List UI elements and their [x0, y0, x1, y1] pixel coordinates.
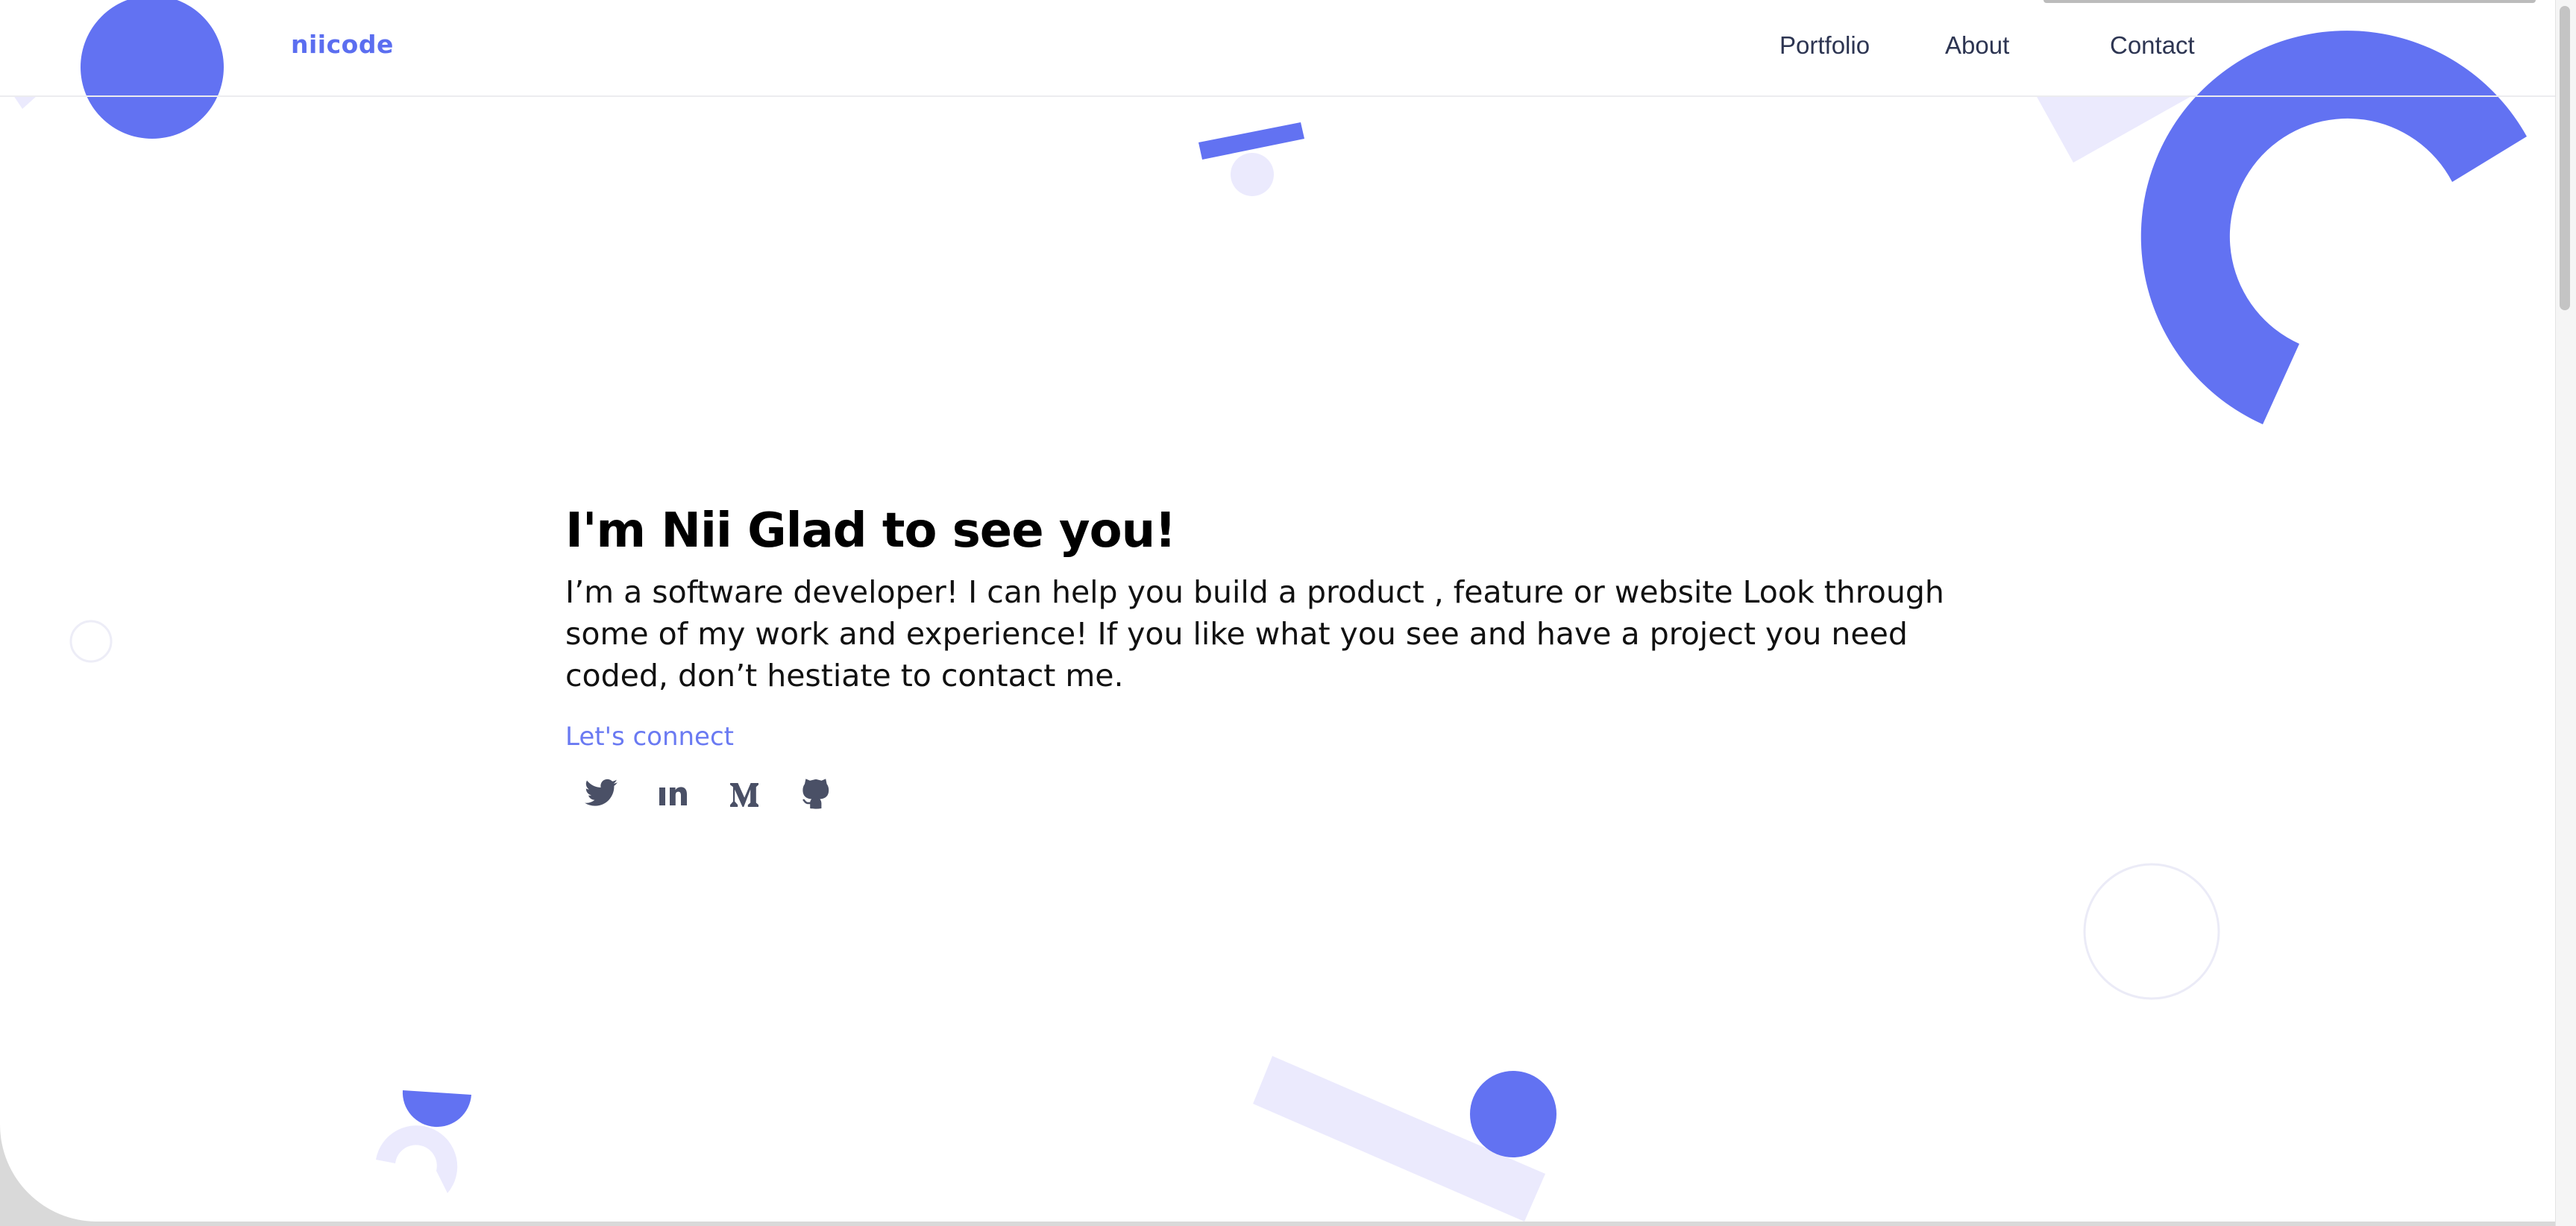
nav-link-contact[interactable]: Contact: [2110, 31, 2195, 60]
linkedin-link[interactable]: [652, 773, 694, 814]
nav-link-about[interactable]: About: [1945, 31, 2009, 60]
hero-description: I’m a software developer! I can help you…: [565, 574, 1944, 694]
deco-outline-circle-left: [69, 620, 113, 663]
medium-link[interactable]: [723, 773, 765, 814]
deco-triangle-top-left: [13, 95, 37, 109]
page: niicode Portfolio About Contact I'm Nii …: [0, 0, 2555, 1222]
deco-half-circle-bottom-left: [402, 1090, 471, 1128]
twitter-link[interactable]: [580, 773, 622, 814]
deco-circle-bottom-center: [1470, 1071, 1556, 1157]
medium-icon: [730, 783, 758, 807]
scrollbar-thumb[interactable]: [2560, 6, 2570, 310]
lets-connect-link[interactable]: Let's connect: [565, 722, 734, 752]
deco-outline-circle-right: [2083, 863, 2220, 1000]
deco-circle-top-center: [1231, 153, 1274, 196]
navbar: niicode Portfolio About Contact: [0, 0, 2555, 97]
twitter-icon: [585, 779, 618, 806]
github-link[interactable]: [795, 773, 837, 814]
github-icon: [802, 779, 829, 809]
linkedin-icon: [659, 787, 687, 805]
social-links: [580, 773, 837, 814]
logo[interactable]: niicode: [291, 30, 394, 59]
deco-arc-bottom-left: [376, 1125, 458, 1193]
nav-link-portfolio[interactable]: Portfolio: [1779, 31, 1870, 60]
hero-title: I'm Nii Glad to see you!: [565, 503, 1176, 559]
